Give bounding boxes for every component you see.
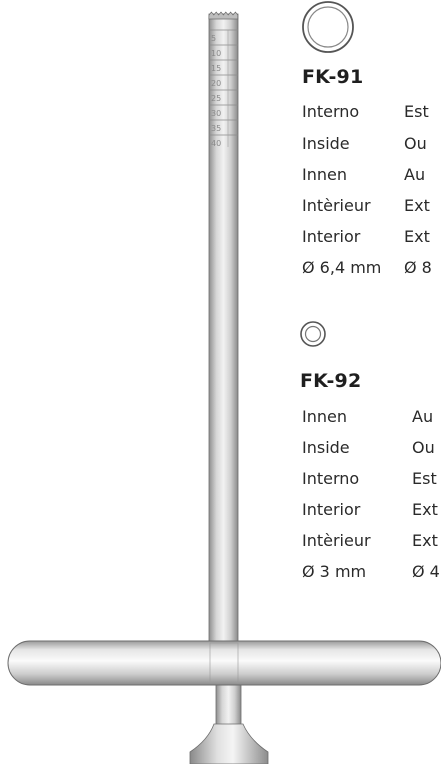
spec-value: Est xyxy=(404,102,429,121)
spec-label: Intèrieur xyxy=(302,196,371,215)
scale-label: 10 xyxy=(211,49,221,58)
spec-value: Ø 8 xyxy=(404,258,432,277)
spec-label: Interno xyxy=(302,102,360,121)
spec-label: Inside xyxy=(302,438,350,457)
cross-section-small-icon xyxy=(300,321,326,347)
spec-label: Innen xyxy=(302,165,347,184)
spec-value: Au xyxy=(404,165,426,184)
spec-value: Ext xyxy=(404,196,430,215)
t-handle-bar xyxy=(7,640,441,686)
serrated-tip xyxy=(208,11,239,20)
spec-label: Interior xyxy=(302,227,361,246)
scale-label: 15 xyxy=(211,64,221,73)
spec-label: Ø 6,4 mm xyxy=(302,258,382,277)
spec-value: Ou xyxy=(404,134,427,153)
spec-label: Innen xyxy=(302,407,347,426)
spec-value: Au xyxy=(412,407,434,426)
scale-label: 25 xyxy=(211,94,221,103)
spec-label: Interno xyxy=(302,469,360,488)
t-handle-trephine-illustration: 5 10 15 20 25 30 35 40 xyxy=(7,11,441,764)
spec-value: Ext xyxy=(404,227,430,246)
product-code-fk92: FK-92 xyxy=(300,370,362,392)
catalog-page: 5 10 15 20 25 30 35 40 FK-91 Interno Est Inside… xyxy=(0,0,441,764)
spec-label: Inside xyxy=(302,134,350,153)
spec-value: Est xyxy=(412,469,437,488)
scale-label: 30 xyxy=(211,109,221,118)
spec-label: Interior xyxy=(302,500,361,519)
product-code-fk91: FK-91 xyxy=(302,66,364,88)
spec-label: Ø 3 mm xyxy=(302,562,367,581)
spec-value: Ext xyxy=(412,500,438,519)
handle-foot xyxy=(189,723,269,764)
scale-label: 5 xyxy=(211,34,216,43)
scale-label: 20 xyxy=(211,79,221,88)
spec-label: Intèrieur xyxy=(302,531,371,550)
spec-value: Ø 4 xyxy=(412,562,440,581)
spec-value: Ext xyxy=(412,531,438,550)
cross-section-large-icon xyxy=(302,1,354,53)
spec-value: Ou xyxy=(412,438,435,457)
scale-label: 40 xyxy=(211,139,221,148)
scale-label: 35 xyxy=(211,124,221,133)
